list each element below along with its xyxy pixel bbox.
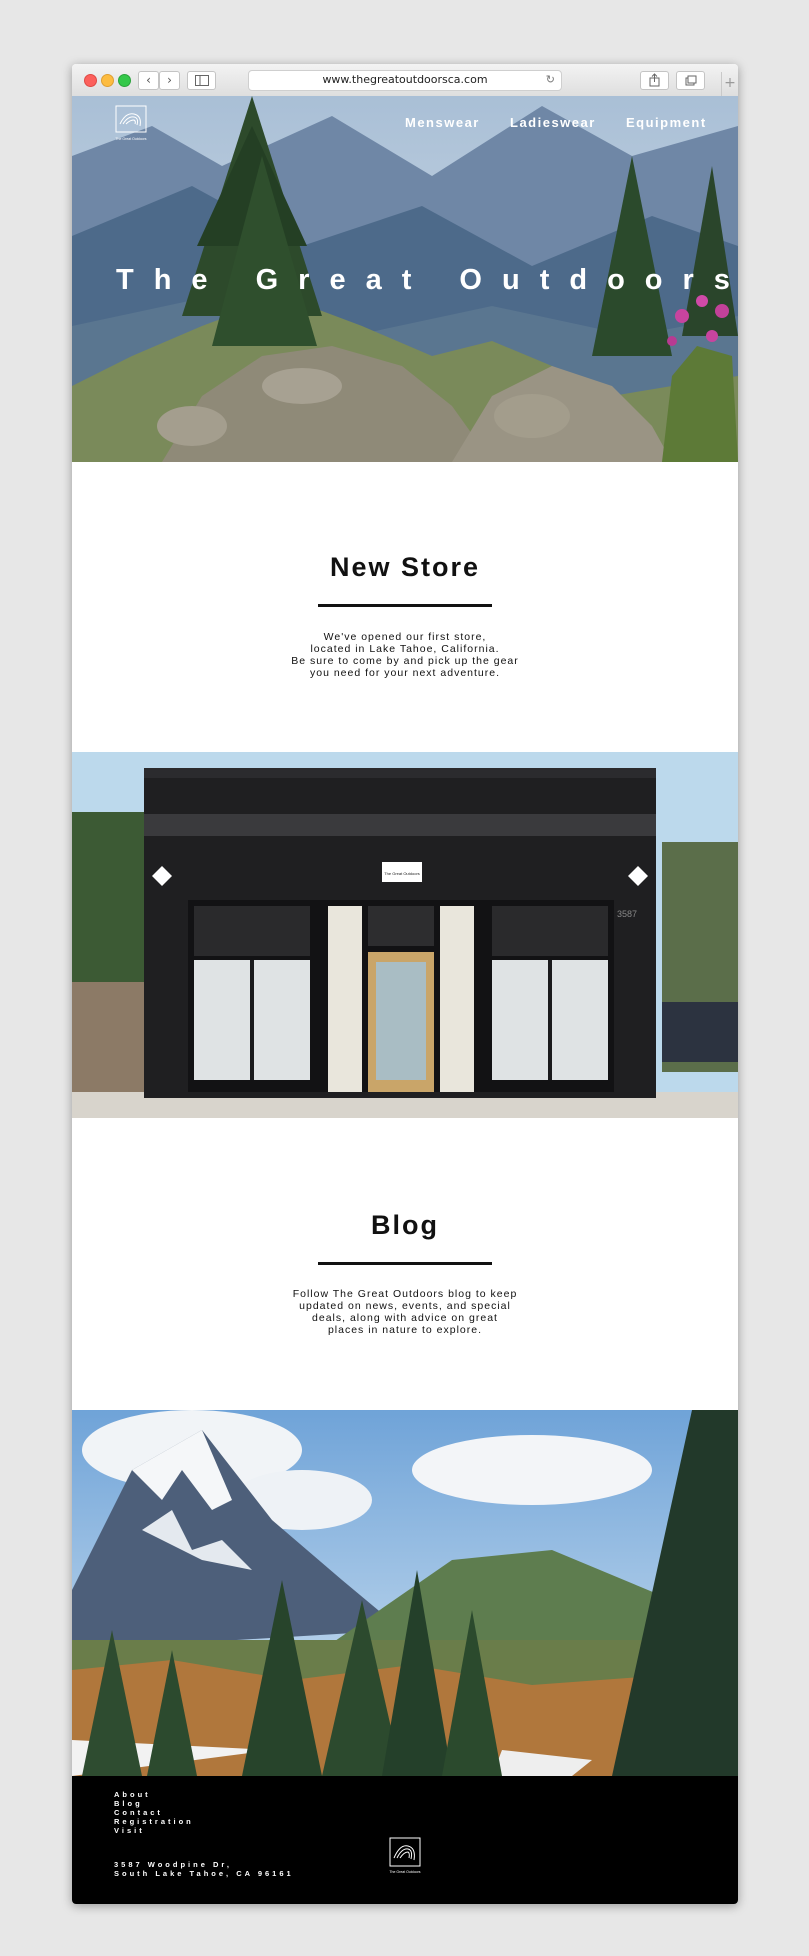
forward-icon[interactable]: › [159, 71, 180, 90]
footer-address-line: 3587 Woodpine Dr, [114, 1860, 232, 1869]
footer-link-about[interactable]: About [114, 1790, 151, 1799]
share-icon[interactable] [640, 71, 669, 90]
browser-toolbar: ‹ › www.thegreatoutdoorsca.com ↻ + [72, 64, 738, 97]
hero-title: The Great Outdoors [116, 264, 738, 296]
new-store-line: located in Lake Tahoe, California. [310, 643, 500, 655]
new-tab-icon[interactable]: + [721, 72, 738, 96]
new-store-description: We've opened our first store, located in… [72, 631, 738, 679]
nav-equipment[interactable]: Equipment [626, 115, 707, 130]
blog-line: Follow The Great Outdoors blog to keep [292, 1288, 518, 1300]
site-footer: About Blog Contact Registration Visit 35… [72, 1776, 738, 1904]
minimize-window-button[interactable] [101, 74, 114, 87]
new-store-line: Be sure to come by and pick up the gear [291, 655, 519, 667]
blog-line: places in nature to explore. [327, 1324, 483, 1336]
valley-photo [72, 1410, 738, 1776]
footer-link-contact[interactable]: Contact [114, 1808, 163, 1817]
nav-ladieswear[interactable]: Ladieswear [510, 115, 596, 130]
footer-address-line: South Lake Tahoe, CA 96161 [114, 1869, 294, 1878]
footer-logo-text: The Great Outdoors [389, 1870, 420, 1874]
hero-banner: The Great Outdoors Menswear Ladieswear E… [72, 96, 738, 462]
blog-underline [318, 1262, 492, 1265]
footer-link-blog[interactable]: Blog [114, 1799, 143, 1808]
footer-link-visit[interactable]: Visit [114, 1826, 145, 1835]
sidebar-toggle-icon[interactable] [187, 71, 216, 90]
url-text: www.thegreatoutdoorsca.com [322, 73, 488, 86]
blog-heading: Blog [371, 1210, 439, 1240]
reload-icon[interactable]: ↻ [546, 73, 555, 86]
blog-description: Follow The Great Outdoors blog to keep u… [72, 1288, 738, 1336]
store-address-number: 3587 [617, 909, 637, 919]
address-bar[interactable]: www.thegreatoutdoorsca.com ↻ [248, 70, 562, 91]
store-sign-text: The Great Outdoors [384, 871, 420, 876]
blog-line: updated on news, events, and special [299, 1300, 511, 1312]
storefront-photo: The Great Outdoors 3587 [72, 752, 738, 1118]
footer-logo-icon[interactable]: The Great Outdoors [388, 1836, 422, 1876]
tabs-overview-icon[interactable] [676, 71, 705, 90]
new-store-underline [318, 604, 492, 607]
blog-line: deals, along with advice on great [312, 1312, 498, 1324]
nav-menswear[interactable]: Menswear [405, 115, 480, 130]
new-store-line: We've opened our first store, [323, 631, 487, 643]
footer-link-registration[interactable]: Registration [114, 1817, 194, 1826]
back-icon[interactable]: ‹ [138, 71, 159, 90]
close-window-button[interactable] [84, 74, 97, 87]
browser-window: ‹ › www.thegreatoutdoorsca.com ↻ + The G… [72, 64, 738, 1904]
zoom-window-button[interactable] [118, 74, 131, 87]
new-store-heading: New Store [329, 552, 481, 582]
site-logo-icon[interactable]: The Great Outdoors [114, 104, 148, 144]
new-store-line: you need for your next adventure. [309, 667, 501, 679]
site-logo-text: The Great Outdoors [115, 137, 146, 141]
